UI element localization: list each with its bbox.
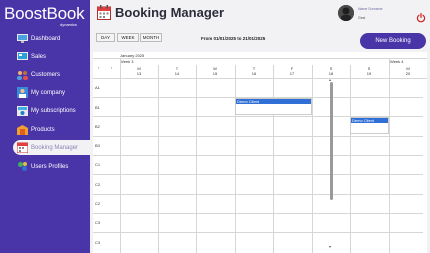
- grid-line: [158, 65, 159, 253]
- day-header[interactable]: S 19: [350, 66, 388, 76]
- app-logo-subtitle: dynamics: [60, 22, 77, 27]
- sidebar-item-my-subscriptions[interactable]: My subscriptions: [13, 103, 91, 118]
- user-name: Name Surname: [358, 7, 383, 11]
- grid-line: [196, 65, 197, 253]
- sidebar-item-label: Sales: [31, 53, 47, 60]
- sidebar-item-label: My company: [31, 89, 66, 96]
- booking-event[interactable]: Demo Client: [235, 98, 312, 115]
- sidebar: BoostBook dynamics Dashboard Sales Custo…: [0, 0, 91, 253]
- products-icon: [16, 124, 28, 136]
- resource-label: C1: [95, 162, 101, 167]
- sidebar-item-dashboard[interactable]: Dashboard: [13, 31, 91, 46]
- sidebar-item-label: Dashboard: [31, 35, 61, 42]
- users-icon: [16, 161, 28, 173]
- resource-label: B1: [95, 105, 100, 110]
- view-month-button[interactable]: MONTH: [140, 33, 162, 42]
- resource-label: C3: [95, 240, 101, 245]
- view-week-button[interactable]: WEEK: [117, 33, 139, 42]
- day-header[interactable]: M 20: [389, 66, 427, 76]
- main-content: Booking Manager Name Surname Gest DAY WE…: [90, 0, 430, 253]
- grid-line: [312, 65, 313, 253]
- resource-label: B3: [95, 143, 100, 148]
- grid-line: [93, 174, 423, 175]
- sidebar-item-label: Products: [31, 126, 55, 133]
- company-icon: [16, 87, 28, 99]
- day-header[interactable]: T 16: [235, 66, 273, 76]
- grid-line: [273, 65, 274, 253]
- sidebar-item-customers[interactable]: Customers: [13, 67, 91, 82]
- grid-line: [93, 136, 423, 137]
- scrollbar[interactable]: [330, 82, 333, 200]
- app-logo[interactable]: BoostBook: [4, 5, 85, 22]
- day-header[interactable]: W 15: [196, 66, 234, 76]
- grid-line: [93, 232, 423, 233]
- sidebar-item-label: Customers: [31, 71, 61, 78]
- grid-line: [93, 78, 427, 79]
- grid-line: [389, 58, 390, 253]
- scroll-down-icon[interactable]: ▾: [329, 244, 331, 249]
- booking-calendar: January 2025 Week 3 Week 4 ‹ › M 13 T 14 W…: [93, 52, 427, 253]
- week-label: Week 3: [120, 59, 134, 64]
- grid-line: [93, 194, 423, 195]
- grid-line: [235, 65, 236, 253]
- booking-label: Demo Client: [236, 99, 311, 104]
- sales-icon: [16, 51, 28, 63]
- grid-line: [120, 58, 121, 253]
- sidebar-item-my-company[interactable]: My company: [13, 85, 91, 100]
- user-role: Gest: [358, 16, 366, 20]
- resource-label: C2: [95, 201, 101, 206]
- power-icon[interactable]: [416, 10, 426, 23]
- calendar-icon: [16, 142, 28, 154]
- booking-event[interactable]: Demo Client: [350, 117, 389, 134]
- day-header[interactable]: S 18: [312, 66, 350, 76]
- page-title: Booking Manager: [115, 5, 225, 20]
- day-header[interactable]: T 14: [158, 66, 196, 76]
- dashboard-icon: [16, 33, 28, 45]
- sidebar-item-products[interactable]: Products: [13, 122, 91, 137]
- sidebar-item-booking-manager[interactable]: Booking Manager: [13, 140, 91, 155]
- new-booking-button[interactable]: New Booking: [360, 33, 426, 49]
- view-day-button[interactable]: DAY: [96, 33, 115, 42]
- sidebar-item-users-profiles[interactable]: Users Profiles: [13, 159, 91, 174]
- customers-icon: [16, 69, 28, 81]
- grid-line: [93, 58, 427, 59]
- avatar[interactable]: [338, 5, 354, 21]
- grid-line: [350, 65, 351, 253]
- week-label: Week 4: [390, 59, 404, 64]
- sidebar-item-sales[interactable]: Sales: [13, 49, 91, 64]
- chevron-right-icon[interactable]: ›: [111, 65, 112, 70]
- sidebar-item-label: Users Profiles: [31, 163, 69, 170]
- booking-label: Demo Client: [351, 118, 388, 123]
- date-range: From 01/01/2025 to 21/01/2025: [201, 36, 266, 41]
- day-header[interactable]: F 17: [273, 66, 311, 76]
- resource-label: C3: [95, 220, 101, 225]
- grid-line: [93, 213, 423, 214]
- grid-line: [93, 155, 423, 156]
- subscriptions-icon: [16, 105, 28, 117]
- resource-label: B2: [95, 124, 100, 129]
- sidebar-item-label: My subscriptions: [31, 107, 76, 114]
- day-header[interactable]: M 13: [120, 66, 158, 76]
- sidebar-item-label: Booking Manager: [31, 144, 79, 151]
- resource-label: C2: [95, 182, 101, 187]
- chevron-left-icon[interactable]: ‹: [98, 65, 99, 70]
- calendar-icon: [97, 5, 111, 20]
- resource-label: A1: [95, 85, 100, 90]
